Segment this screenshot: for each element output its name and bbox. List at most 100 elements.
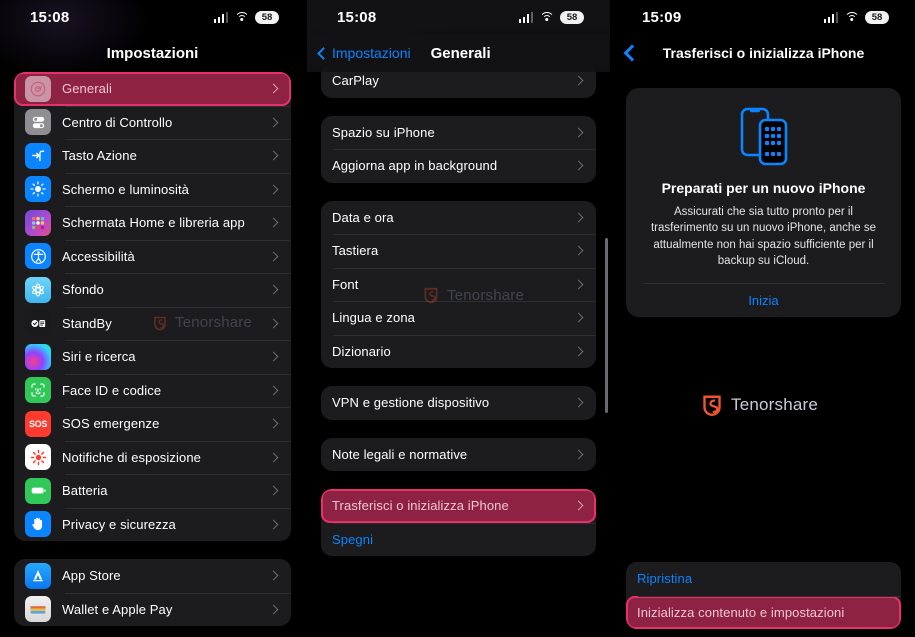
sidebar-item-schermo-e-luminosita[interactable]: Schermo e luminosità	[14, 172, 291, 207]
chevron-right-icon	[573, 449, 584, 460]
sos-icon: SOS	[25, 410, 51, 437]
sidebar-item-label: Batteria	[62, 483, 108, 499]
two-iphones-icon	[642, 106, 885, 166]
battery-badge: 58	[255, 10, 279, 24]
chevron-right-icon	[268, 83, 279, 94]
list-item-inizializza-contenuto-e-impostazioni[interactable]: Inizializza contenuto e impostazioni	[626, 595, 901, 629]
sidebar-item-schermata-home[interactable]: Schermata Home e libreria app	[14, 206, 291, 240]
sidebar-item-batteria[interactable]: Batteria	[14, 474, 291, 508]
wifi-icon	[539, 11, 554, 23]
group-legal: Note legali e normative	[321, 437, 596, 472]
card-description: Assicurati che sia tutto pronto per il t…	[650, 206, 877, 267]
chevron-right-icon	[573, 75, 584, 86]
status-bar-middle: 15:08 58	[307, 0, 610, 34]
settings-group-main: Generali Centro di Controllo Tasto Azion…	[14, 72, 291, 541]
sidebar-item-tasto-azione[interactable]: Tasto Azione	[14, 139, 291, 173]
chevron-right-icon	[268, 385, 279, 396]
back-button[interactable]	[623, 44, 641, 62]
wallet-icon	[25, 596, 51, 623]
face-id-icon	[25, 377, 51, 404]
privacy-hand-icon	[25, 511, 51, 538]
brightness-icon	[25, 176, 51, 203]
sidebar-item-notifiche-di-esposizione[interactable]: Notifiche di esposizione	[14, 440, 291, 475]
page-title: Impostazioni	[106, 44, 199, 62]
settings-gear-icon	[25, 75, 51, 102]
list-item-label: Data e ora	[332, 209, 394, 225]
list-item-data-e-ora[interactable]: Data e ora	[321, 201, 596, 235]
watermark-tenorshare-right: Tenorshare	[700, 393, 818, 417]
list-item-label: Trasferisci o inizializza iPhone	[332, 498, 509, 514]
list-item-label: CarPlay	[332, 73, 379, 89]
battery-icon	[25, 477, 51, 504]
list-item-label: Tastiera	[332, 243, 379, 259]
list-item-vpn-e-gestione-dispositivo[interactable]: VPN e gestione dispositivo	[321, 386, 596, 420]
group-vpn: VPN e gestione dispositivo	[321, 386, 596, 420]
sidebar-item-label: App Store	[62, 568, 121, 584]
status-time: 15:08	[30, 8, 70, 26]
sidebar-item-accessibilita[interactable]: Accessibilità	[14, 239, 291, 274]
sidebar-item-sfondo[interactable]: Sfondo	[14, 273, 291, 307]
sidebar-item-label: Centro di Controllo	[62, 114, 173, 130]
list-item-spegni[interactable]: Spegni	[321, 522, 596, 557]
back-button[interactable]: Impostazioni	[317, 45, 411, 61]
control-center-icon	[25, 109, 51, 136]
sidebar-item-sos-emergenze[interactable]: SOS SOS emergenze	[14, 407, 291, 441]
chevron-right-icon	[573, 212, 584, 223]
cellular-signal-icon	[213, 11, 228, 23]
inizia-button[interactable]: Inizia	[642, 283, 885, 317]
list-item-lingua-e-zona[interactable]: Lingua e zona	[321, 301, 596, 335]
list-item-label: Aggiorna app in background	[332, 158, 498, 174]
sidebar-item-label: Sfondo	[62, 282, 104, 298]
sidebar-item-label: Privacy e sicurezza	[62, 516, 176, 532]
siri-icon	[25, 343, 51, 370]
page-title: Generali	[430, 44, 491, 62]
sidebar-item-siri-e-ricerca[interactable]: Siri e ricerca	[14, 340, 291, 374]
chevron-right-icon	[573, 127, 584, 138]
sidebar-item-generali[interactable]: Generali	[14, 72, 291, 106]
sidebar-item-label: Siri e ricerca	[62, 349, 136, 365]
chevron-right-icon	[268, 604, 279, 615]
sidebar-item-label: SOS emergenze	[62, 416, 160, 432]
sidebar-item-label: Schermo e luminosità	[62, 181, 189, 197]
exposure-notification-icon	[25, 444, 51, 471]
list-item-label: VPN e gestione dispositivo	[332, 395, 490, 411]
chevron-right-icon	[268, 519, 279, 530]
list-item-label: Note legali e normative	[332, 446, 468, 462]
three-panel-screenshot: 15:08 58 Impostazioni Generali Centro di…	[0, 0, 915, 637]
list-item-tastiera[interactable]: Tastiera	[321, 234, 596, 268]
list-item-label: Font	[332, 276, 359, 292]
vertical-scrollbar[interactable]	[605, 238, 608, 413]
chevron-right-icon	[268, 452, 279, 463]
prepare-new-iphone-card: Preparati per un nuovo iPhone Assicurati…	[626, 88, 901, 318]
list-item-aggiorna-app-in-background[interactable]: Aggiorna app in background	[321, 149, 596, 183]
chevron-right-icon	[573, 312, 584, 323]
accessibility-icon	[25, 243, 51, 270]
wallpaper-icon	[25, 276, 51, 303]
list-item-font[interactable]: Font	[321, 267, 596, 302]
list-item-trasferisci-o-inizializza-iphone[interactable]: Trasferisci o inizializza iPhone	[321, 489, 596, 523]
sidebar-item-standby[interactable]: StandBy	[14, 306, 291, 341]
app-store-icon	[25, 562, 51, 589]
chevron-right-icon	[268, 351, 279, 362]
list-item-spazio-su-iphone[interactable]: Spazio su iPhone	[321, 116, 596, 150]
sidebar-item-wallet-e-apple-pay[interactable]: Wallet e Apple Pay	[14, 592, 291, 627]
generali-list: CarPlay Spazio su iPhone Aggiorna app in…	[307, 64, 610, 556]
sidebar-item-centro-di-controllo[interactable]: Centro di Controllo	[14, 105, 291, 140]
sidebar-item-privacy-e-sicurezza[interactable]: Privacy e sicurezza	[14, 507, 291, 542]
list-item-ripristina[interactable]: Ripristina	[626, 562, 901, 596]
list-item-label: Spazio su iPhone	[332, 124, 435, 140]
sidebar-item-label: Notifiche di esposizione	[62, 449, 201, 465]
chevron-right-icon	[268, 251, 279, 262]
settings-list-left: Generali Centro di Controllo Tasto Azion…	[0, 72, 305, 626]
list-item-note-legali-e-normative[interactable]: Note legali e normative	[321, 438, 596, 472]
list-item-dizionario[interactable]: Dizionario	[321, 334, 596, 369]
chevron-right-icon	[573, 346, 584, 357]
standby-icon	[25, 310, 51, 337]
chevron-right-icon	[268, 570, 279, 581]
chevron-right-icon	[268, 318, 279, 329]
sidebar-item-app-store[interactable]: App Store	[14, 559, 291, 593]
chevron-right-icon	[268, 150, 279, 161]
sidebar-item-label: Generali	[62, 81, 112, 97]
card-title: Preparati per un nuovo iPhone	[661, 180, 866, 196]
sidebar-item-face-id-e-codice[interactable]: Face ID e codice	[14, 373, 291, 408]
